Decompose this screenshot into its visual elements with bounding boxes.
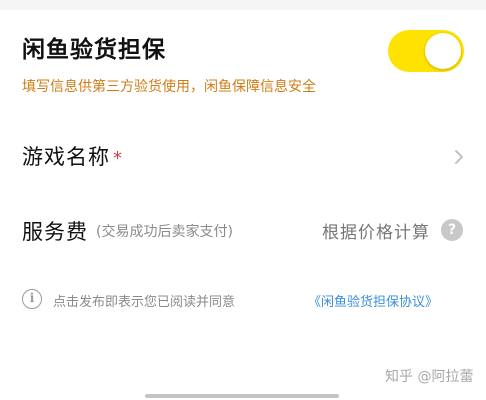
- game-name-label-text: 游戏名称: [22, 145, 110, 169]
- home-indicator: [145, 394, 339, 398]
- game-name-label: 游戏名称 *: [22, 141, 123, 171]
- screen: 闲鱼验货担保 填写信息供第三方验货使用，闲鱼保障信息安全 游戏名称 * 服务费 (…: [0, 0, 486, 400]
- help-icon[interactable]: ?: [441, 219, 463, 241]
- service-fee-row: 服务费 (交易成功后卖家支付) 根据价格计算 ?: [0, 208, 486, 252]
- service-fee-label: 服务费: [22, 220, 88, 244]
- required-mark: *: [113, 148, 123, 169]
- info-icon: i: [22, 289, 42, 309]
- chevron-right-icon: [455, 150, 463, 164]
- watermark: 知乎 @阿拉蕾: [385, 369, 474, 385]
- guarantee-description: 填写信息供第三方验货使用，闲鱼保障信息安全: [22, 79, 316, 95]
- guarantee-toggle[interactable]: [388, 30, 464, 72]
- guarantee-title: 闲鱼验货担保: [22, 37, 166, 63]
- agreement-text: 点击发布即表示您已阅读并同意: [53, 295, 236, 310]
- toggle-knob: [425, 33, 461, 69]
- agreement-link[interactable]: 《闲鱼验货担保协议》: [308, 291, 438, 310]
- service-fee-value: 根据价格计算: [322, 223, 430, 243]
- service-fee-note: (交易成功后卖家支付): [96, 224, 233, 240]
- game-name-row[interactable]: 游戏名称 *: [0, 135, 486, 179]
- top-divider: [0, 0, 486, 10]
